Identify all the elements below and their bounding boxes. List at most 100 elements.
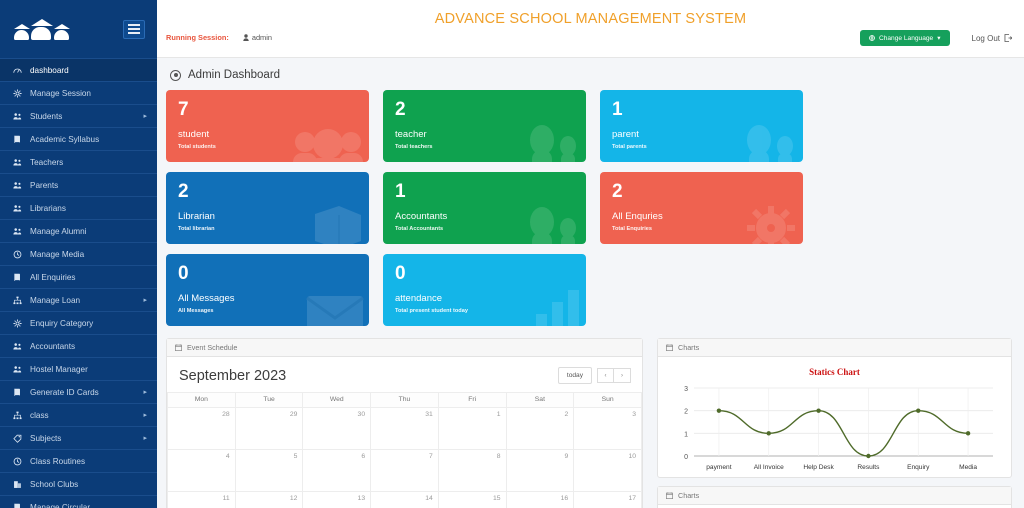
stat-card-all-messages[interactable]: 0 All Messages All Messages	[166, 254, 369, 326]
calendar-day-cell[interactable]: 17	[573, 491, 642, 508]
stat-card-librarian[interactable]: 2 Librarian Total librarian	[166, 172, 369, 244]
sidebar-item-label: Generate ID Cards	[30, 387, 99, 397]
users-icon	[13, 181, 22, 188]
sidebar-item-all-enquiries[interactable]: All Enquiries	[0, 265, 157, 288]
sidebar-item-teachers[interactable]: Teachers	[0, 150, 157, 173]
sidebar-item-manage-media[interactable]: Manage Media	[0, 242, 157, 265]
calendar-day-number: 3	[632, 411, 636, 418]
event-schedule-panel: Event Schedule September 2023 today ‹ ›	[166, 338, 643, 508]
logout-button[interactable]: Log Out	[972, 34, 1012, 43]
calendar-weekday: Mon	[167, 392, 236, 408]
clock-icon	[13, 457, 22, 465]
calendar-day-cell[interactable]: 16	[505, 491, 575, 508]
calendar-day-cell[interactable]: 5	[234, 449, 304, 492]
calendar-day-number: 15	[492, 495, 501, 502]
calendar-nav: today ‹ ›	[557, 367, 631, 384]
users-icon	[13, 227, 22, 234]
charts-column: Charts Statics Chart 0 1 2 3 payment All Invo…	[657, 338, 1012, 508]
stat-card-student[interactable]: 7 student Total students	[166, 90, 369, 162]
calendar-day-cell[interactable]: 28	[167, 407, 236, 450]
sidebar-item-label: Teachers	[30, 157, 64, 167]
sidebar-item-hostel-manager[interactable]: Hostel Manager	[0, 357, 157, 380]
calendar-day-cell[interactable]: 11	[167, 491, 236, 508]
sidebar-item-class[interactable]: class ▸	[0, 403, 157, 426]
stat-card-sublabel: Total parents	[612, 144, 647, 150]
stat-card-sublabel: Total students	[178, 144, 216, 150]
sidebar-item-librarians[interactable]: Librarians	[0, 196, 157, 219]
stat-card-number: 2	[178, 181, 189, 202]
calendar-day-cell[interactable]: 31	[370, 407, 439, 450]
stat-card-parent[interactable]: 1 parent Total parents	[600, 90, 803, 162]
stat-card-all-enquries[interactable]: 2 All Enquries Total Enquiries	[600, 172, 803, 244]
sidebar-item-dashboard[interactable]: dashboard	[0, 58, 157, 81]
stat-card-label: attendance	[395, 293, 443, 304]
calendar-day-cell[interactable]: 29	[234, 407, 304, 450]
calendar-next-button[interactable]: ›	[614, 368, 631, 383]
calendar-prev-button[interactable]: ‹	[597, 368, 614, 383]
sidebar-item-subjects[interactable]: Subjects ▸	[0, 426, 157, 449]
book-icon	[11, 388, 24, 397]
stat-card-sublabel: All Messages	[178, 308, 214, 314]
calendar-today-button[interactable]: today	[557, 367, 592, 384]
calendar-day-cell[interactable]: 12	[234, 491, 304, 508]
sidebar-item-students[interactable]: Students ▸	[0, 104, 157, 127]
dashboard-heading-label: Admin Dashboard	[188, 69, 281, 81]
svg-text:3: 3	[684, 386, 688, 393]
sidebar-item-academic-syllabus[interactable]: Academic Syllabus	[0, 127, 157, 150]
sidebar-item-manage-session[interactable]: Manage Session	[0, 81, 157, 104]
logout-icon	[1004, 34, 1012, 42]
calendar-day-cell[interactable]: 14	[370, 491, 439, 508]
stat-card-number: 7	[178, 99, 189, 120]
sidebar-item-manage-circular[interactable]: Manage Circular	[0, 495, 157, 508]
calendar-day-cell[interactable]: 30	[302, 407, 372, 450]
calendar-day-cell[interactable]: 1	[437, 407, 507, 450]
sidebar-item-accountants[interactable]: Accountants	[0, 334, 157, 357]
sitemap-icon	[11, 296, 24, 305]
calendar-weekday-row: Mon Tue Wed Thu Fri Sat Sun	[167, 392, 642, 408]
stat-card-teacher[interactable]: 2 teacher Total teachers	[383, 90, 586, 162]
stat-card-accountants[interactable]: 1 Accountants Total Accountants	[383, 172, 586, 244]
calendar-day-cell[interactable]: 9	[505, 449, 575, 492]
sidebar-item-manage-alumni[interactable]: Manage Alumni	[0, 219, 157, 242]
charts-header-label: Charts	[678, 343, 700, 352]
calendar-day-cell[interactable]: 13	[302, 491, 372, 508]
calendar-day-number: 17	[628, 495, 636, 502]
event-schedule-header: Event Schedule	[167, 339, 642, 357]
sidebar-item-parents[interactable]: Parents	[0, 173, 157, 196]
calendar-icon	[666, 344, 673, 351]
calendar-day-cell[interactable]: 2	[505, 407, 575, 450]
hamburger-menu-icon[interactable]	[123, 19, 145, 39]
stat-card-attendance[interactable]: 0 attendance Total present student today	[383, 254, 586, 326]
sidebar-item-label: Accountants	[30, 341, 76, 351]
calendar-day-cell[interactable]: 4	[167, 449, 236, 492]
sidebar-item-manage-loan[interactable]: Manage Loan ▸	[0, 288, 157, 311]
calendar-day-cell[interactable]: 6	[302, 449, 372, 492]
line-chart[interactable]: 0 1 2 3 payment All Invoice Help Desk Results En…	[666, 382, 1003, 471]
sidebar-item-class-routines[interactable]: Class Routines	[0, 449, 157, 472]
calendar-day-number: 7	[429, 453, 433, 460]
gear-icon	[743, 204, 799, 244]
page-title: ADVANCE SCHOOL MANAGEMENT SYSTEM	[434, 11, 747, 27]
calendar-day-number: 29	[289, 411, 298, 418]
calendar-day-cell[interactable]: 3	[573, 407, 642, 450]
gear-icon	[11, 318, 24, 328]
stat-card-number: 1	[612, 99, 623, 120]
sidebar-item-generate-id-cards[interactable]: Generate ID Cards ▸	[0, 380, 157, 403]
stat-card-label: All Enquries	[612, 211, 663, 222]
sidebar-item-school-clubs[interactable]: School Clubs	[0, 472, 157, 495]
calendar-day-cell[interactable]: 7	[370, 449, 439, 492]
calendar-icon	[175, 344, 182, 351]
stat-card-sublabel: Total Accountants	[395, 226, 444, 232]
change-language-button[interactable]: Change Language ▾	[859, 30, 950, 46]
calendar-day-cell[interactable]: 8	[437, 449, 507, 492]
statics-chart-title: Statics Chart	[809, 367, 860, 377]
calendar-weekday: Wed	[302, 392, 372, 408]
sidebar-item-enquiry-category[interactable]: Enquiry Category	[0, 311, 157, 334]
calendar-day-cell[interactable]: 15	[437, 491, 507, 508]
svg-text:Results: Results	[857, 464, 880, 471]
user-icon	[243, 34, 249, 41]
sidebar-item-label: Hostel Manager	[30, 364, 88, 374]
stat-card-number: 0	[178, 263, 189, 284]
stat-card-label: teacher	[395, 129, 427, 140]
calendar-day-cell[interactable]: 10	[573, 449, 642, 492]
